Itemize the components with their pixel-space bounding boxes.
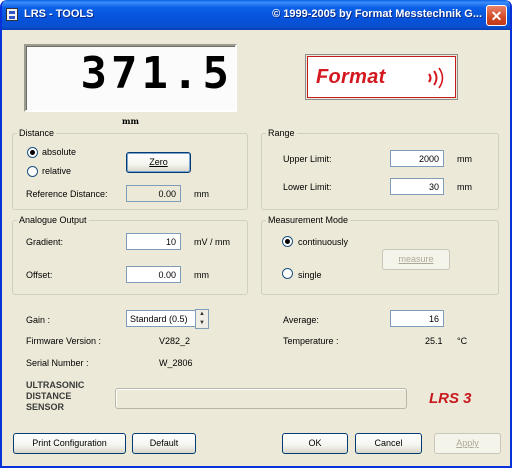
temperature-label: Temperature :	[283, 336, 339, 346]
model-badge: LRS 3	[429, 390, 472, 407]
offset-unit: mm	[194, 270, 209, 280]
app-window: LRS - TOOLS © 1999-2005 by Format Messte…	[0, 0, 512, 468]
product-title-line: DISTANCE	[26, 391, 72, 401]
print-configuration-button-label: Print Configuration	[32, 438, 107, 448]
radio-continuously-label: continuously	[298, 237, 349, 247]
lower-limit-input[interactable]: 30	[390, 178, 444, 195]
default-button[interactable]: Default	[132, 433, 196, 454]
zero-button[interactable]: Zero	[126, 152, 191, 173]
format-logo: Format	[305, 54, 458, 100]
spin-down-icon[interactable]: ▼	[196, 319, 208, 328]
radio-absolute-label: absolute	[42, 147, 77, 157]
product-title-line: ULTRASONIC	[26, 380, 85, 390]
radio-relative-label: relative	[42, 166, 72, 176]
gain-label: Gain :	[26, 315, 51, 325]
radio-relative[interactable]	[27, 166, 38, 177]
window-title: LRS - TOOLS	[24, 8, 94, 20]
close-icon: ✕	[490, 7, 503, 24]
analogue-output-group: Analogue Output	[12, 215, 248, 295]
distance-group-label: Distance	[19, 128, 55, 138]
analogue-output-group-label: Analogue Output	[19, 215, 87, 225]
apply-button[interactable]: Apply	[434, 433, 501, 454]
spin-up-icon[interactable]: ▲	[196, 310, 208, 319]
range-group: Range	[261, 128, 499, 210]
reference-distance-field: 0.00	[126, 185, 181, 202]
distance-readout-panel: 371.5	[24, 44, 237, 112]
gradient-label: Gradient:	[26, 237, 64, 247]
offset-input[interactable]: 0.00	[126, 266, 181, 283]
range-group-label: Range	[268, 128, 295, 138]
average-input[interactable]: 16	[390, 310, 444, 327]
close-button[interactable]: ✕	[486, 5, 507, 26]
serial-number-value: W_2806	[159, 358, 193, 368]
radio-single[interactable]	[282, 268, 293, 279]
serial-number-label: Serial Number :	[26, 358, 89, 368]
radio-continuously[interactable]	[282, 236, 293, 247]
distance-readout: 371.5	[80, 48, 233, 99]
apply-button-label: Apply	[456, 438, 479, 448]
upper-limit-input[interactable]: 2000	[390, 150, 444, 167]
measure-button[interactable]: measure	[382, 249, 450, 270]
upper-limit-label: Upper Limit:	[283, 154, 332, 164]
gradient-unit: mV / mm	[194, 237, 230, 247]
measure-button-label: measure	[398, 254, 434, 264]
zero-button-label: Zero	[149, 157, 168, 167]
offset-label: Offset:	[26, 270, 53, 280]
firmware-version-label: Firmware Version :	[26, 336, 102, 346]
lower-limit-label: Lower Limit:	[283, 182, 332, 192]
gain-select[interactable]: Standard (0.5)	[126, 310, 196, 327]
print-configuration-button[interactable]: Print Configuration	[13, 433, 126, 454]
ok-button-label: OK	[308, 438, 322, 448]
gradient-input[interactable]: 10	[126, 233, 181, 250]
cancel-button-label: Cancel	[374, 438, 403, 448]
reference-distance-unit: mm	[194, 189, 209, 199]
signal-waves-icon	[428, 67, 444, 89]
cancel-button[interactable]: Cancel	[355, 433, 422, 454]
title-bar[interactable]: LRS - TOOLS © 1999-2005 by Format Messte…	[2, 0, 510, 30]
measurement-mode-group-label: Measurement Mode	[268, 215, 349, 225]
firmware-version-value: V282_2	[159, 336, 191, 346]
reference-distance-label: Reference Distance:	[26, 189, 108, 199]
gain-spinner[interactable]: ▲ ▼	[195, 309, 209, 329]
readout-unit: mm	[122, 116, 139, 126]
product-title-line: SENSOR	[26, 402, 65, 412]
app-icon	[6, 8, 18, 21]
temperature-unit: °C	[457, 336, 468, 346]
upper-limit-unit: mm	[457, 154, 472, 164]
average-label: Average:	[283, 315, 319, 325]
copyright-text: © 1999-2005 by Format Messtechnik G...	[272, 8, 482, 20]
status-progress-bar	[115, 388, 407, 409]
product-title: ULTRASONIC DISTANCE SENSOR	[26, 380, 84, 413]
default-button-label: Default	[149, 438, 179, 448]
temperature-value: 25.1	[425, 336, 443, 346]
radio-single-label: single	[298, 270, 322, 280]
ok-button[interactable]: OK	[282, 433, 348, 454]
logo-text: Format	[316, 66, 386, 88]
lower-limit-unit: mm	[457, 182, 472, 192]
measurement-mode-group: Measurement Mode	[261, 215, 499, 295]
radio-absolute[interactable]	[27, 147, 38, 158]
